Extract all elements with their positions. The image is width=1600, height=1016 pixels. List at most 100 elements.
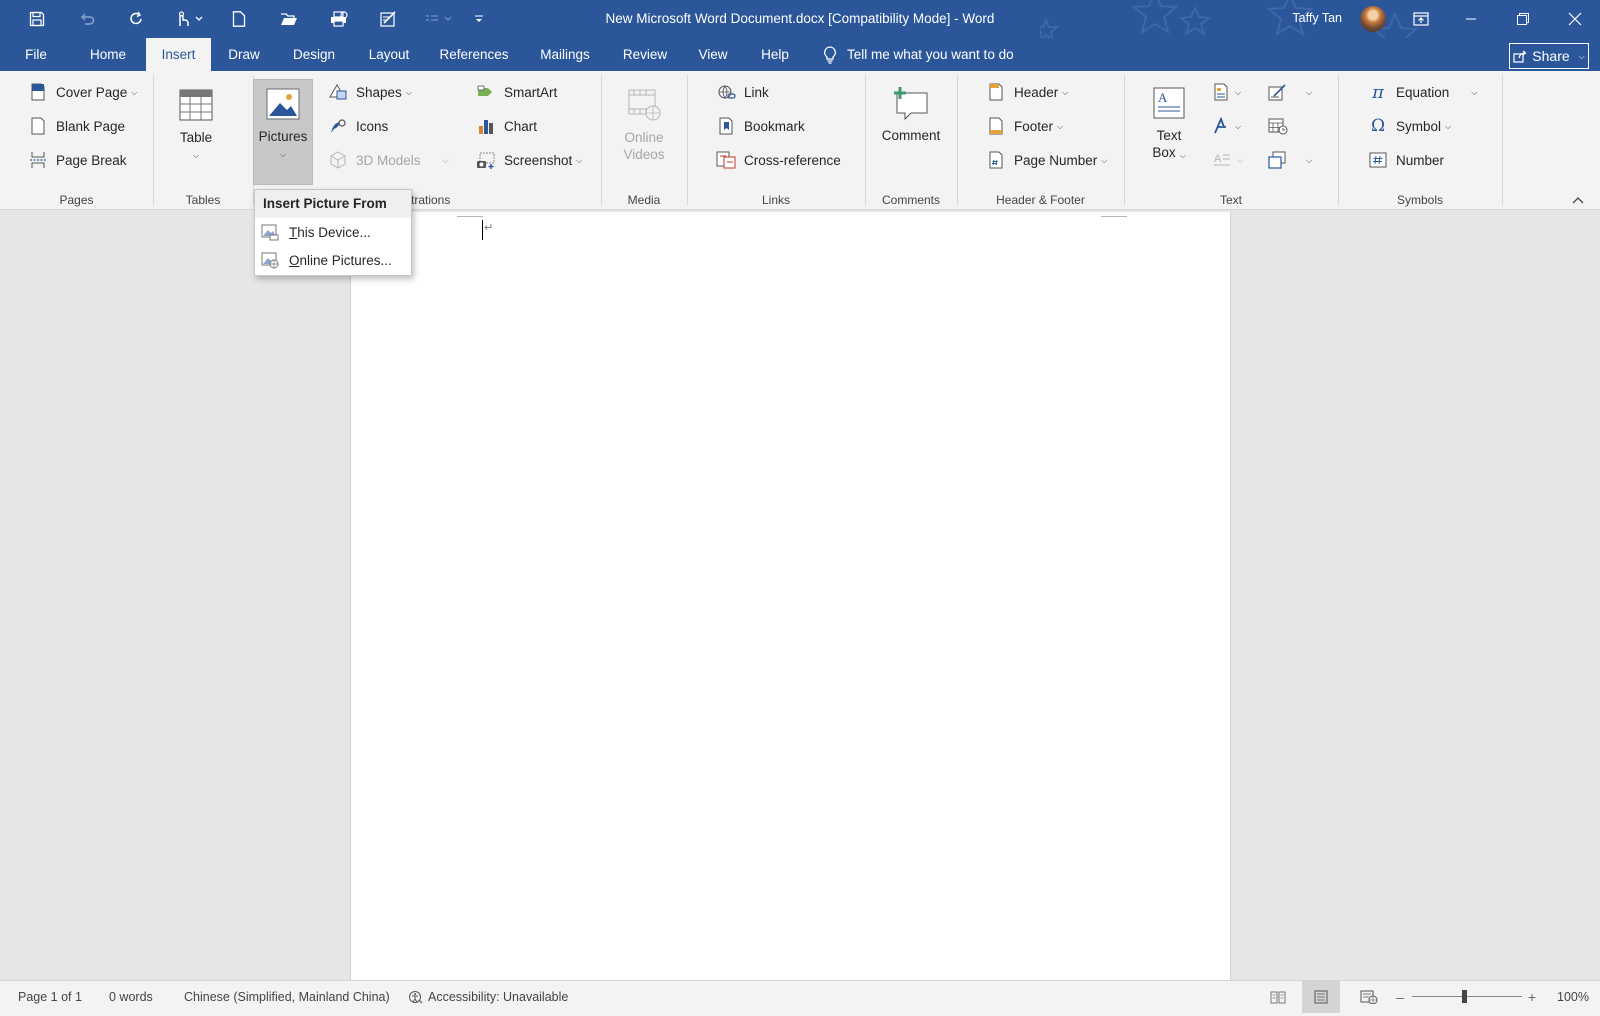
this-device-menu-item[interactable]: This Device... (255, 218, 411, 246)
3d-models-button[interactable]: 3D Models ⌵ (328, 150, 449, 170)
tab-insert[interactable]: Insert (146, 38, 211, 71)
quick-parts-button[interactable]: ⌵ (1213, 83, 1241, 101)
zoom-level[interactable]: 100% (1557, 981, 1589, 1013)
document-title: New Microsoft Word Document.docx [Compat… (605, 11, 995, 26)
new-document-button[interactable] (222, 4, 256, 34)
tab-file[interactable]: File (16, 38, 56, 71)
group-separator (1502, 75, 1503, 205)
tab-help[interactable]: Help (757, 38, 793, 71)
touch-mode-button[interactable] (170, 4, 210, 34)
share-button[interactable]: Share ⌵ (1509, 43, 1589, 69)
text-box-icon: A (1149, 83, 1189, 123)
page-count[interactable]: Page 1 of 1 (18, 981, 82, 1013)
open-button[interactable] (272, 4, 306, 34)
restore-button[interactable] (1498, 0, 1548, 38)
comment-label: Comment (881, 128, 941, 143)
zoom-slider-thumb[interactable] (1462, 990, 1467, 1003)
page-break-label: Page Break (56, 152, 127, 168)
screenshot-button[interactable]: Screenshot ⌵ (476, 150, 582, 170)
online-pictures-menu-item[interactable]: Online Pictures... (255, 246, 411, 274)
zoom-in-button[interactable]: + (1524, 981, 1540, 1013)
ribbon-insert: Cover Page ⌵ Blank Page Page Break Pages … (0, 71, 1600, 210)
device-picture-icon (261, 223, 279, 241)
group-label-illustrations: trations (411, 193, 451, 207)
page-number-label: Page Number (1014, 152, 1098, 168)
zoom-slider[interactable] (1412, 996, 1522, 997)
date-time-button[interactable] (1268, 117, 1288, 135)
footer-button[interactable]: Footer ⌵ (986, 116, 1063, 136)
wordart-button[interactable]: ⌵ (1213, 117, 1241, 135)
icons-button[interactable]: Icons (328, 116, 388, 136)
page-break-button[interactable]: Page Break (28, 150, 127, 170)
new-document-icon (232, 11, 246, 27)
customize-toolbar-button[interactable] (472, 4, 486, 34)
blank-page-button[interactable]: Blank Page (28, 116, 125, 136)
smartart-label: SmartArt (504, 84, 558, 100)
tab-references[interactable]: References (436, 38, 512, 71)
text-box-button[interactable]: A Text Box ⌵ (1146, 83, 1192, 163)
tab-home[interactable]: Home (80, 38, 136, 71)
chevron-down-icon: ⌵ (1445, 122, 1452, 131)
tell-me-search[interactable]: Tell me what you want to do (823, 38, 1014, 71)
table-button[interactable]: Table ⌵ (173, 85, 219, 163)
smartart-button[interactable]: SmartArt (476, 82, 557, 102)
insert-picture-menu: Insert Picture From This Device... Onlin… (254, 189, 412, 276)
page-number-icon (986, 150, 1006, 170)
language-status[interactable]: Chinese (Simplified, Mainland China) (184, 981, 390, 1013)
redo-button[interactable] (120, 4, 154, 34)
collapse-ribbon-button[interactable] (1568, 192, 1588, 208)
pictures-button[interactable]: Pictures ⌵ (253, 79, 313, 185)
save-button[interactable] (20, 4, 54, 34)
accessibility-status[interactable]: Accessibility: Unavailable (408, 981, 568, 1013)
page-number-button[interactable]: Page Number ⌵ (986, 150, 1107, 170)
wordart-icon (1214, 117, 1226, 134)
cover-page-button[interactable]: Cover Page ⌵ (28, 82, 137, 102)
symbol-button[interactable]: Ω Symbol ⌵ (1368, 116, 1451, 136)
edit-document-button[interactable] (372, 4, 406, 34)
zoom-out-button[interactable]: – (1392, 981, 1408, 1013)
number-button[interactable]: Number (1368, 150, 1444, 170)
text-box-label-line1: Text (1156, 128, 1182, 143)
3d-models-label: 3D Models (356, 152, 421, 168)
comment-button[interactable]: Comment (878, 83, 944, 144)
customize-icon (475, 15, 483, 22)
tab-design[interactable]: Design (285, 38, 343, 71)
chevron-down-icon: ⌵ (1179, 151, 1186, 160)
status-bar: Page 1 of 1 0 words Chinese (Simplified,… (0, 980, 1600, 1016)
cross-reference-button[interactable]: Cross-reference (716, 150, 841, 170)
user-name[interactable]: Taffy Tan (1292, 11, 1342, 25)
ribbon-display-options-button[interactable] (1396, 0, 1446, 38)
web-layout-icon (1360, 990, 1378, 1004)
link-button[interactable]: Link (716, 82, 769, 102)
tab-mailings[interactable]: Mailings (535, 38, 595, 71)
accessibility-icon (409, 991, 423, 1004)
tab-view[interactable]: View (694, 38, 732, 71)
text-box-label-line2-wrap: Box ⌵ (1152, 144, 1185, 163)
bookmark-button[interactable]: Bookmark (716, 116, 805, 136)
print-layout-icon (1314, 990, 1328, 1004)
print-preview-button[interactable] (322, 4, 356, 34)
header-button[interactable]: Header ⌵ (986, 82, 1068, 102)
equation-button[interactable]: π Equation ⌵ (1368, 82, 1477, 103)
read-mode-button[interactable] (1266, 981, 1290, 1013)
minimize-button[interactable] (1446, 0, 1496, 38)
close-button[interactable] (1550, 0, 1600, 38)
object-button[interactable]: ⌵ (1268, 151, 1312, 169)
web-layout-button[interactable] (1356, 981, 1382, 1013)
tab-review[interactable]: Review (620, 38, 670, 71)
drop-cap-button[interactable]: A ⌵ (1213, 151, 1243, 169)
online-picture-icon (261, 251, 279, 269)
signature-line-button[interactable]: ⌵ (1268, 83, 1312, 101)
document-page[interactable] (350, 212, 1231, 980)
this-device-label: This Device... (289, 225, 371, 240)
chart-button[interactable]: Chart (476, 116, 537, 136)
avatar[interactable] (1360, 6, 1386, 32)
online-videos-button[interactable]: Online Videos (612, 85, 676, 163)
tab-layout[interactable]: Layout (362, 38, 416, 71)
list-button[interactable] (422, 4, 456, 34)
print-layout-button[interactable] (1302, 981, 1340, 1013)
undo-button[interactable] (70, 4, 104, 34)
tab-draw[interactable]: Draw (220, 38, 268, 71)
shapes-button[interactable]: Shapes ⌵ (328, 82, 412, 102)
word-count[interactable]: 0 words (109, 981, 153, 1013)
